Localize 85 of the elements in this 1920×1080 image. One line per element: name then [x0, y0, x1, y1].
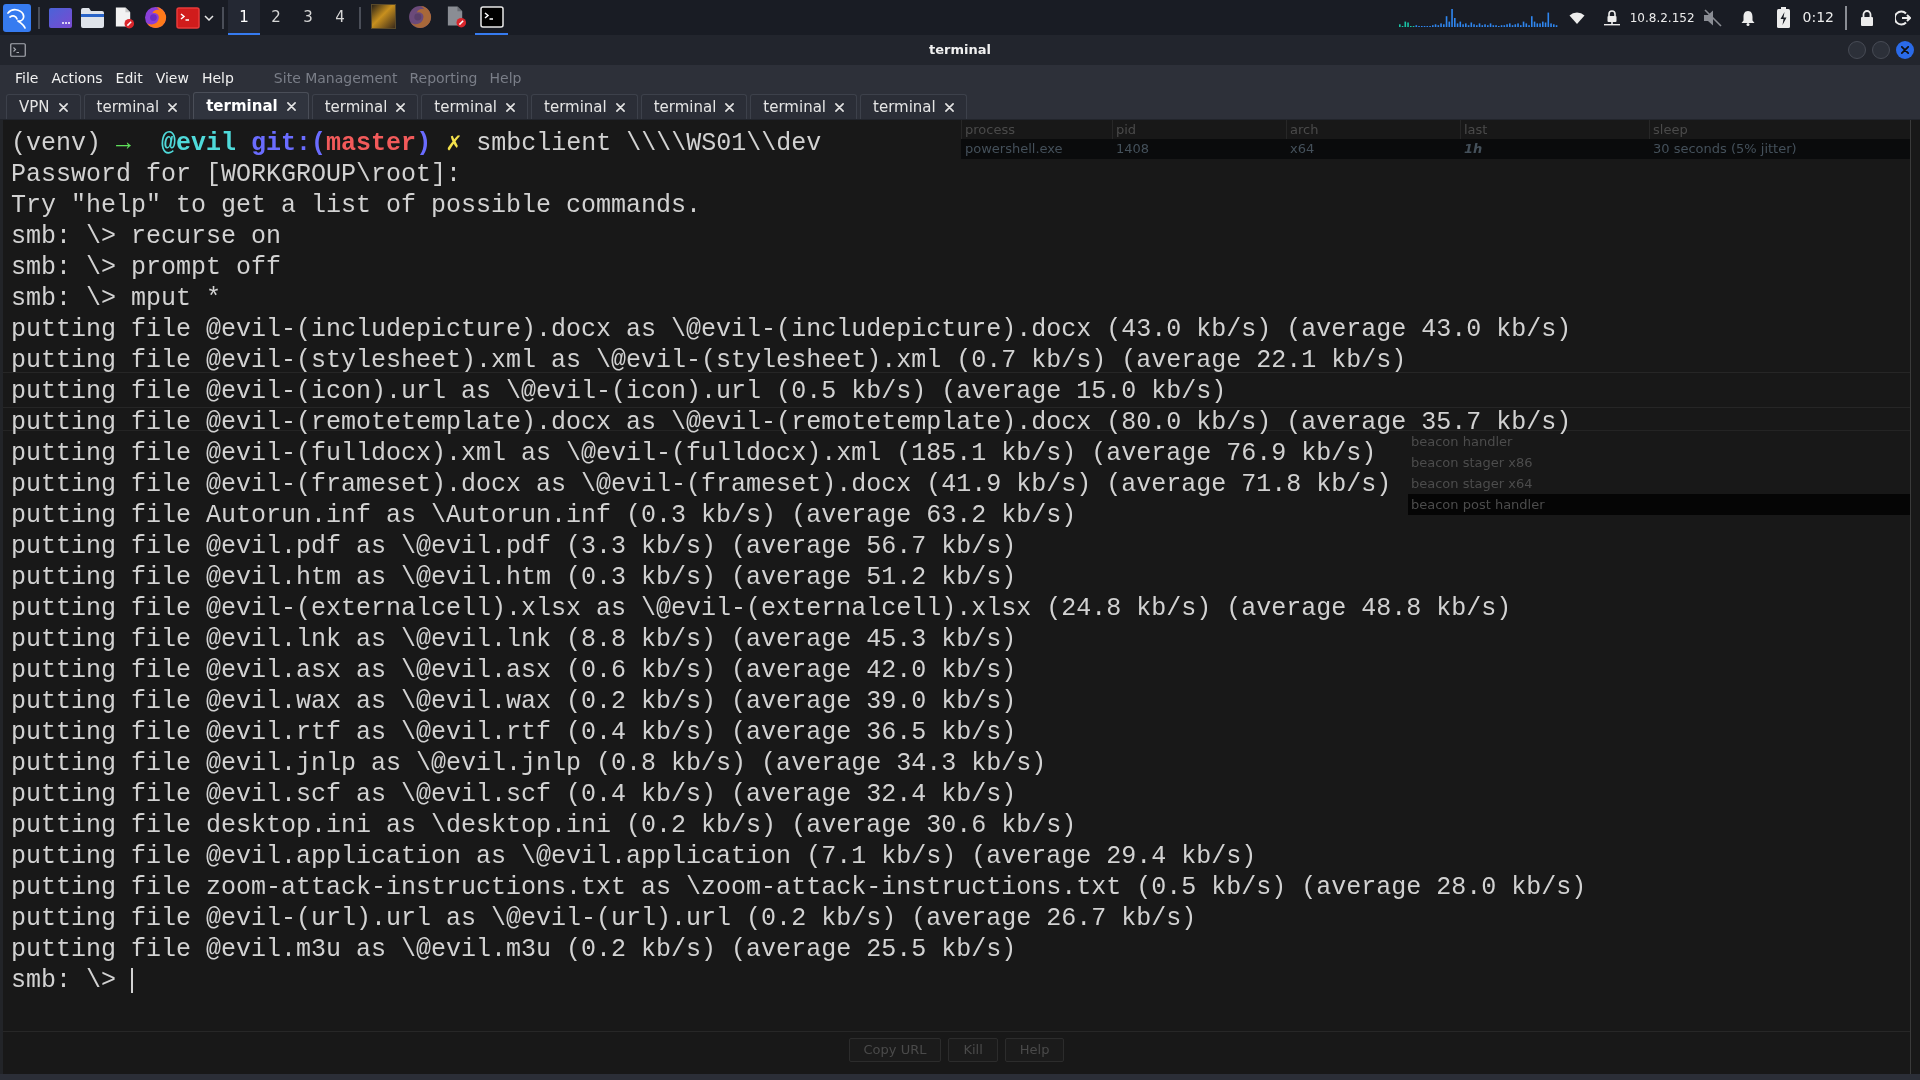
terminal-line: putting file @evil.pdf as \@evil.pdf (3.3 kb/s) (average 56.7 kb/s) — [11, 531, 1017, 562]
terminal-line: Password for [WORKGROUP\root]: — [11, 159, 462, 190]
terminal-line: smb: \> prompt off — [11, 252, 282, 283]
tab[interactable]: terminal — [531, 94, 638, 119]
tab[interactable]: VPN — [6, 94, 81, 119]
chevron-down-icon[interactable] — [204, 14, 214, 21]
workspace-button[interactable]: 3 — [292, 0, 324, 35]
menu-item[interactable]: Actions — [51, 67, 103, 89]
close-icon — [725, 102, 735, 112]
logout-icon[interactable] — [1895, 9, 1911, 26]
terminal-icon — [479, 5, 504, 28]
globe-icon[interactable] — [144, 6, 167, 29]
menu-item[interactable]: Help — [201, 67, 234, 89]
network-lock-icon[interactable] — [1603, 9, 1620, 26]
document-edit-icon[interactable] — [113, 6, 135, 29]
tab[interactable]: terminal — [193, 92, 309, 119]
terminal-line: (venv) → @evil git:(master) ✗ smbclient \\\\WS01\\dev — [11, 128, 822, 159]
close-icon — [58, 102, 68, 112]
close-icon — [286, 101, 296, 111]
ip-address: 10.8.2.152 — [1629, 9, 1695, 27]
terminal-line: putting file desktop.ini as \desktop.ini (0.2 kb/s) (average 30.6 kb/s) — [11, 810, 1077, 841]
close-icon — [944, 102, 954, 112]
tab[interactable]: terminal — [83, 94, 191, 119]
terminal-line: Try "help" to get a list of possible commands. — [11, 190, 702, 221]
close-icon — [506, 102, 515, 112]
menu-item[interactable]: View — [155, 67, 189, 89]
table-cell-text: x64 — [1290, 140, 1315, 159]
workspace-button[interactable]: 4 — [324, 0, 356, 35]
workspace-button[interactable]: 2 — [260, 0, 292, 35]
terminal-line: putting file @evil.m3u as \@evil.m3u (0.2 kb/s) (average 25.5 kb/s) — [11, 934, 1017, 965]
terminal-line: putting file @evil.asx as \@evil.asx (0.6 kb/s) (average 42.0 kb/s) — [11, 655, 1017, 686]
terminal-line: putting file @evil-(stylesheet).xml as \@evil-(stylesheet).xml (0.7 kb/s) (average 22.1 kb/s) — [11, 345, 1407, 376]
terminal-prompt: smb: \> — [11, 965, 117, 996]
terminal-line: putting file @evil.jnlp as \@evil.jnlp (0.8 kb/s) (average 34.3 kb/s) — [11, 748, 1047, 779]
table-cell-text: powershell.exe — [965, 140, 1063, 159]
close-icon — [168, 102, 178, 112]
tab[interactable]: terminal — [860, 94, 967, 119]
bell-icon[interactable] — [1740, 9, 1755, 26]
menu-item[interactable]: File — [15, 67, 39, 89]
terminal-line: putting file @evil-(icon).url as \@evil-(icon).url (0.5 kb/s) (average 15.0 kb/s) — [11, 376, 1227, 407]
terminal-line: putting file Autorun.inf as \Autorun.inf (0.3 kb/s) (average 63.2 kb/s) — [11, 500, 1077, 531]
tab[interactable]: terminal — [421, 94, 528, 119]
table-cell-text: beacon post handler — [1410, 495, 1545, 514]
globe-icon — [407, 4, 432, 29]
clock[interactable]: 0:12 — [1802, 7, 1834, 28]
terminal-icon — [10, 43, 26, 57]
desktop-icon[interactable] — [49, 7, 72, 28]
table-cell-text: 1408 — [1116, 140, 1150, 159]
tab[interactable]: terminal — [640, 94, 748, 119]
tab[interactable]: terminal — [750, 94, 858, 119]
menu-item[interactable]: Edit — [115, 67, 143, 89]
close-icon — [615, 102, 625, 112]
terminal-line: putting file @evil-(includepicture).docx as \@evil-(includepicture).docx (43.0 kb/s) (average 43.0 kb/s) — [11, 314, 1572, 345]
close-icon — [835, 102, 845, 112]
window-title: terminal — [929, 41, 991, 60]
terminal-line: smb: \> mput * — [11, 283, 222, 314]
terminal-line: putting file @evil-(remotetemplate).docx as \@evil-(remotetemplate).docx (80.0 kb/s) (average 35.7 kb/s) — [11, 407, 1572, 437]
text-cursor — [131, 968, 134, 993]
terminal-line: putting file @evil-(frameset).docx as \@evil-(frameset).docx (41.9 kb/s) (average 71.8 kb/s) — [11, 469, 1392, 500]
terminal-line: putting file @evil.htm as \@evil.htm (0.3 kb/s) (average 51.2 kb/s) — [11, 562, 1017, 593]
terminal-line: putting file @evil.scf as \@evil.scf (0.4 kb/s) (average 32.4 kb/s) — [11, 779, 1017, 810]
tab[interactable]: terminal — [311, 94, 419, 119]
terminal-line: putting file @evil-(externalcell).xlsx as \@evil-(externalcell).xlsx (24.8 kb/s) (average 48.8 kb/s) — [11, 593, 1512, 624]
logo-icon[interactable] — [3, 3, 31, 32]
terminal-line: smb: \> recurse on — [11, 221, 282, 252]
terminal-line: putting file @evil.wax as \@evil.wax (0.2 kb/s) (average 39.0 kb/s) — [11, 686, 1017, 717]
speaker-muted-icon[interactable] — [1702, 8, 1723, 27]
terminal-line: putting file zoom-attack-instructions.txt as \zoom-attack-instructions.txt (0.5 kb/s) (average 28.0 kb/s) — [11, 872, 1587, 903]
battery-charging-icon[interactable] — [1776, 7, 1790, 28]
table-cell-text: 1h — [1464, 140, 1483, 159]
terminal-line: putting file @evil.application as \@evil.application (7.1 kb/s) (average 29.4 kb/s) — [11, 841, 1257, 872]
terminal-line: putting file @evil-(url).url as \@evil-(url).url (0.2 kb/s) (average 26.7 kb/s) — [11, 903, 1197, 934]
table-cell-text: 30 seconds (5% jitter) — [1653, 140, 1797, 159]
terminal-line: putting file @evil-(fulldocx).xml as \@evil-(fulldocx).xml (185.1 kb/s) (average 76.9 kb/s) — [11, 438, 1377, 469]
terminal-line: putting file @evil.rtf as \@evil.rtf (0.4 kb/s) (average 36.5 kb/s) — [11, 717, 1017, 748]
workspace-button[interactable]: 1 — [228, 0, 260, 35]
terminal-icon[interactable] — [176, 6, 200, 29]
wifi-icon[interactable] — [1568, 11, 1585, 24]
image-thumbnail — [371, 4, 396, 29]
lock-icon[interactable] — [1860, 9, 1874, 26]
close-icon — [1901, 46, 1909, 54]
folder-icon[interactable] — [81, 7, 104, 28]
close-icon — [396, 102, 406, 112]
close-button[interactable] — [1896, 41, 1914, 59]
terminal-line: putting file @evil.lnk as \@evil.lnk (8.8 kb/s) (average 45.3 kb/s) — [11, 624, 1017, 655]
